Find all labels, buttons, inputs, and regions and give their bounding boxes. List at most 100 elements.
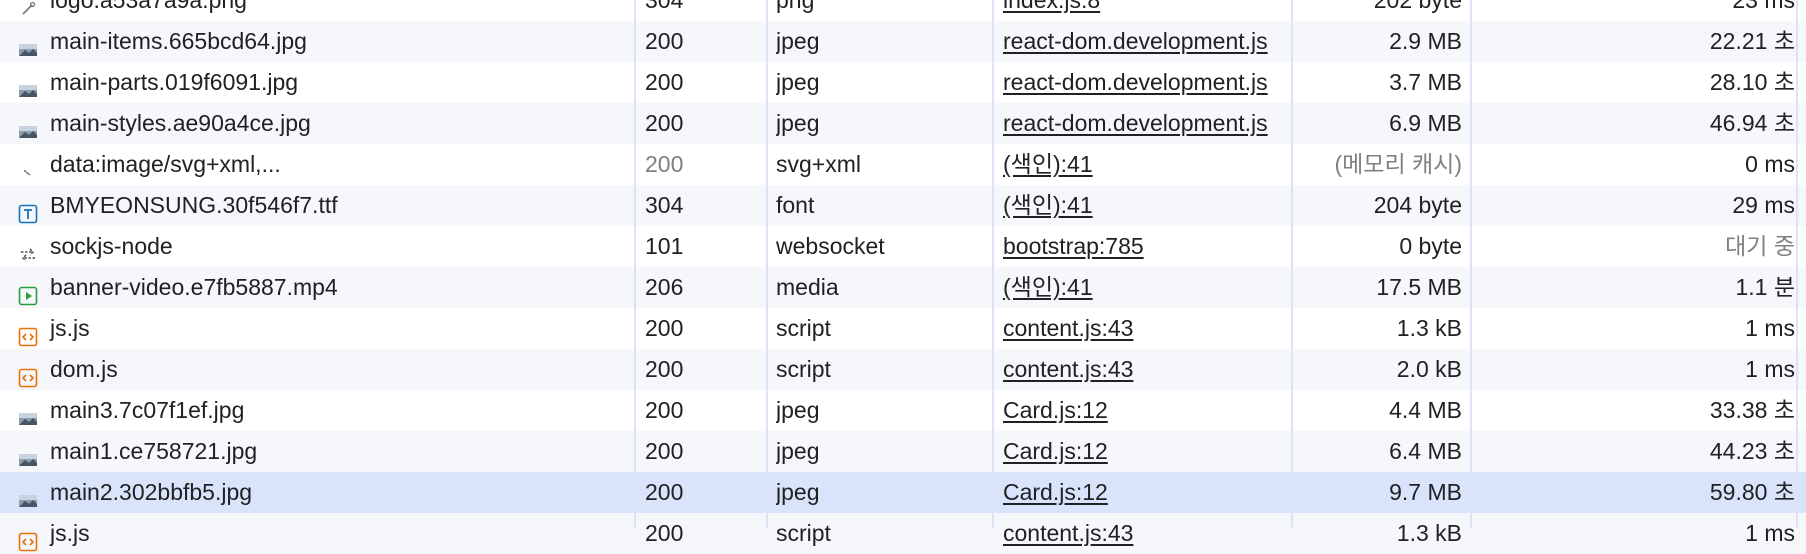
- image-thumbnail-icon: [18, 442, 38, 466]
- file-name: js.js: [50, 315, 90, 341]
- column-divider: [634, 0, 636, 528]
- table-row[interactable]: js.js 200 script content.js:43 1.3 kB 1 ms: [0, 513, 1806, 554]
- file-name: logo.a53a7a9a.png: [50, 0, 247, 13]
- status-cell: 200: [645, 28, 684, 54]
- initiator-cell: react-dom.development.js: [1003, 21, 1291, 62]
- time-cell: 28.10 초: [1709, 69, 1795, 95]
- image-thumbnail-icon: [18, 483, 38, 507]
- image-thumbnail-icon: [18, 32, 38, 56]
- file-name: data:image/svg+xml,...: [50, 151, 281, 177]
- time-cell: 1.1 분: [1735, 274, 1795, 300]
- name-cell: dom.js: [18, 349, 633, 390]
- time-cell: 1 ms: [1745, 315, 1795, 341]
- file-name: main-styles.ae90a4ce.jpg: [50, 110, 311, 136]
- table-row[interactable]: js.js 200 script content.js:43 1.3 kB 1 ms: [0, 308, 1806, 349]
- size-cell: (메모리 캐시): [1334, 151, 1462, 177]
- initiator-link[interactable]: react-dom.development.js: [1003, 28, 1268, 54]
- initiator-link[interactable]: (색인):41: [1003, 151, 1093, 177]
- font-icon: [18, 196, 38, 224]
- file-name: main2.302bbfb5.jpg: [50, 479, 253, 505]
- status-cell: 206: [645, 274, 684, 300]
- initiator-cell: (색인):41: [1003, 267, 1291, 308]
- size-cell: 2.0 kB: [1396, 356, 1462, 382]
- table-row[interactable]: logo.a53a7a9a.png 304 png index.js:8 202 byt…: [0, 0, 1806, 21]
- initiator-link[interactable]: (색인):41: [1003, 192, 1093, 218]
- type-cell: media: [776, 274, 839, 300]
- initiator-link[interactable]: index.js:8: [1003, 0, 1100, 13]
- table-row[interactable]: banner-video.e7fb5887.mp4 206 media (색인):41…: [0, 267, 1806, 308]
- size-cell: 17.5 MB: [1376, 274, 1462, 300]
- table-row[interactable]: main2.302bbfb5.jpg 200 jpeg Card.js:12 9.7 M…: [0, 472, 1806, 513]
- initiator-link[interactable]: react-dom.development.js: [1003, 69, 1268, 95]
- table-row[interactable]: dom.js 200 script content.js:43 2.0 kB 1 ms: [0, 349, 1806, 390]
- time-cell: 29 ms: [1732, 192, 1795, 218]
- status-cell: 101: [645, 233, 684, 259]
- type-cell: script: [776, 356, 831, 382]
- size-cell: 0 byte: [1399, 233, 1462, 259]
- initiator-cell: index.js:8: [1003, 0, 1291, 21]
- table-row[interactable]: sockjs-node 101 websocket bootstrap:785 0 by…: [0, 226, 1806, 267]
- type-cell: websocket: [776, 233, 885, 259]
- media-icon: [18, 278, 38, 306]
- table-row[interactable]: main1.ce758721.jpg 200 jpeg Card.js:12 6.4 M…: [0, 431, 1806, 472]
- status-cell: 200: [645, 151, 684, 177]
- initiator-link[interactable]: Card.js:12: [1003, 397, 1108, 423]
- initiator-cell: content.js:43: [1003, 308, 1291, 349]
- status-cell: 200: [645, 356, 684, 382]
- initiator-cell: content.js:43: [1003, 513, 1291, 554]
- table-row[interactable]: BMYEONSUNG.30f546f7.ttf 304 font (색인):41 204…: [0, 185, 1806, 226]
- file-name: main3.7c07f1ef.jpg: [50, 397, 245, 423]
- status-cell: 200: [645, 397, 684, 423]
- status-cell: 200: [645, 315, 684, 341]
- type-cell: jpeg: [776, 397, 820, 423]
- initiator-link[interactable]: Card.js:12: [1003, 479, 1108, 505]
- name-cell: js.js: [18, 513, 633, 554]
- initiator-link[interactable]: bootstrap:785: [1003, 233, 1144, 259]
- initiator-cell: Card.js:12: [1003, 390, 1291, 431]
- file-name: banner-video.e7fb5887.mp4: [50, 274, 338, 300]
- name-cell: banner-video.e7fb5887.mp4: [18, 267, 633, 308]
- initiator-link[interactable]: Card.js:12: [1003, 438, 1108, 464]
- status-cell: 304: [645, 192, 684, 218]
- size-cell: 204 byte: [1373, 192, 1462, 218]
- initiator-link[interactable]: react-dom.development.js: [1003, 110, 1268, 136]
- column-divider: [766, 0, 768, 528]
- network-request-table: logo.a53a7a9a.png 304 png index.js:8 202 byt…: [0, 0, 1806, 554]
- size-cell: 1.3 kB: [1396, 520, 1462, 546]
- type-cell: script: [776, 315, 831, 341]
- status-cell: 304: [645, 0, 684, 13]
- initiator-cell: bootstrap:785: [1003, 226, 1291, 267]
- svg-data-icon: [18, 155, 38, 176]
- initiator-link[interactable]: content.js:43: [1003, 315, 1133, 341]
- initiator-link[interactable]: content.js:43: [1003, 520, 1133, 546]
- status-cell: 200: [645, 438, 684, 464]
- file-name: main1.ce758721.jpg: [50, 438, 258, 464]
- table-row[interactable]: main-styles.ae90a4ce.jpg 200 jpeg react-dom…: [0, 103, 1806, 144]
- table-row[interactable]: data:image/svg+xml,... 200 svg+xml (색인):41 (…: [0, 144, 1806, 185]
- status-cell: 200: [645, 110, 684, 136]
- name-cell: sockjs-node: [18, 226, 633, 267]
- column-divider: [992, 0, 994, 528]
- column-divider: [1291, 0, 1293, 528]
- initiator-cell: content.js:43: [1003, 349, 1291, 390]
- table-row[interactable]: main-items.665bcd64.jpg 200 jpeg react-dom.…: [0, 21, 1806, 62]
- name-cell: main-parts.019f6091.jpg: [18, 62, 633, 103]
- size-cell: 202 byte: [1373, 0, 1462, 13]
- type-cell: jpeg: [776, 28, 820, 54]
- file-name: main-parts.019f6091.jpg: [50, 69, 299, 95]
- type-cell: jpeg: [776, 69, 820, 95]
- initiator-link[interactable]: content.js:43: [1003, 356, 1133, 382]
- time-cell: 0 ms: [1745, 151, 1795, 177]
- initiator-link[interactable]: (색인):41: [1003, 274, 1093, 300]
- name-cell: main-styles.ae90a4ce.jpg: [18, 103, 633, 144]
- table-row[interactable]: main3.7c07f1ef.jpg 200 jpeg Card.js:12 4.4 M…: [0, 390, 1806, 431]
- name-cell: js.js: [18, 308, 633, 349]
- image-icon: [18, 0, 38, 15]
- name-cell: main-items.665bcd64.jpg: [18, 21, 633, 62]
- initiator-cell: Card.js:12: [1003, 472, 1291, 513]
- size-cell: 3.7 MB: [1389, 69, 1462, 95]
- type-cell: font: [776, 192, 815, 218]
- type-cell: jpeg: [776, 479, 820, 505]
- type-cell: jpeg: [776, 438, 820, 464]
- table-row[interactable]: main-parts.019f6091.jpg 200 jpeg react-dom.…: [0, 62, 1806, 103]
